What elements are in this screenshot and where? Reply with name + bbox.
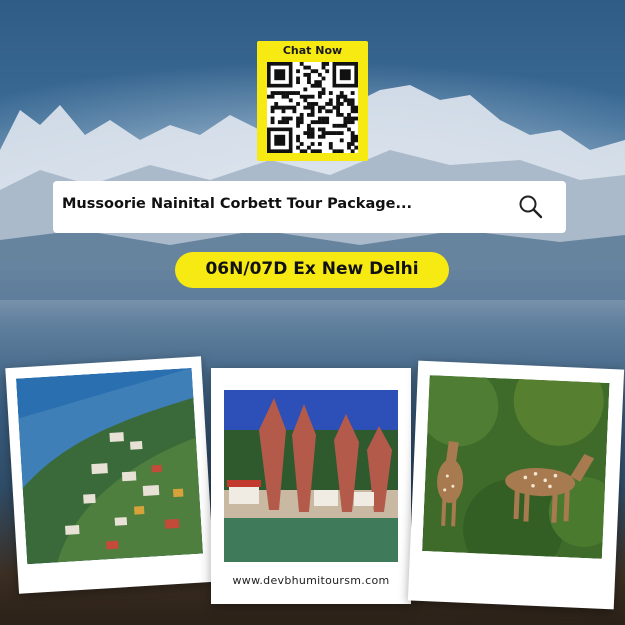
duration-text: 06N/07D Ex New Delhi (205, 259, 419, 279)
qr-code-icon[interactable] (267, 62, 358, 153)
duration-badge: 06N/07D Ex New Delhi (175, 252, 449, 288)
polaroid-card (407, 360, 625, 610)
chat-now-label: Chat Now (282, 44, 343, 57)
search-icon[interactable] (517, 193, 545, 221)
search-bar[interactable]: Mussoorie Nainital Corbett Tour Package.… (53, 181, 566, 233)
search-query-text: Mussoorie Nainital Corbett Tour Package.… (62, 196, 412, 212)
lake-autumn-trees-photo (224, 390, 398, 562)
polaroid-card: www.devbhumitoursm.com (211, 368, 411, 604)
aerial-hill-town-photo (15, 367, 203, 565)
polaroid-card (5, 356, 215, 594)
website-url: www.devbhumitoursm.com (232, 574, 390, 587)
spotted-deer-photo (422, 375, 610, 559)
chat-now-qr-panel[interactable]: Chat Now (257, 41, 368, 161)
